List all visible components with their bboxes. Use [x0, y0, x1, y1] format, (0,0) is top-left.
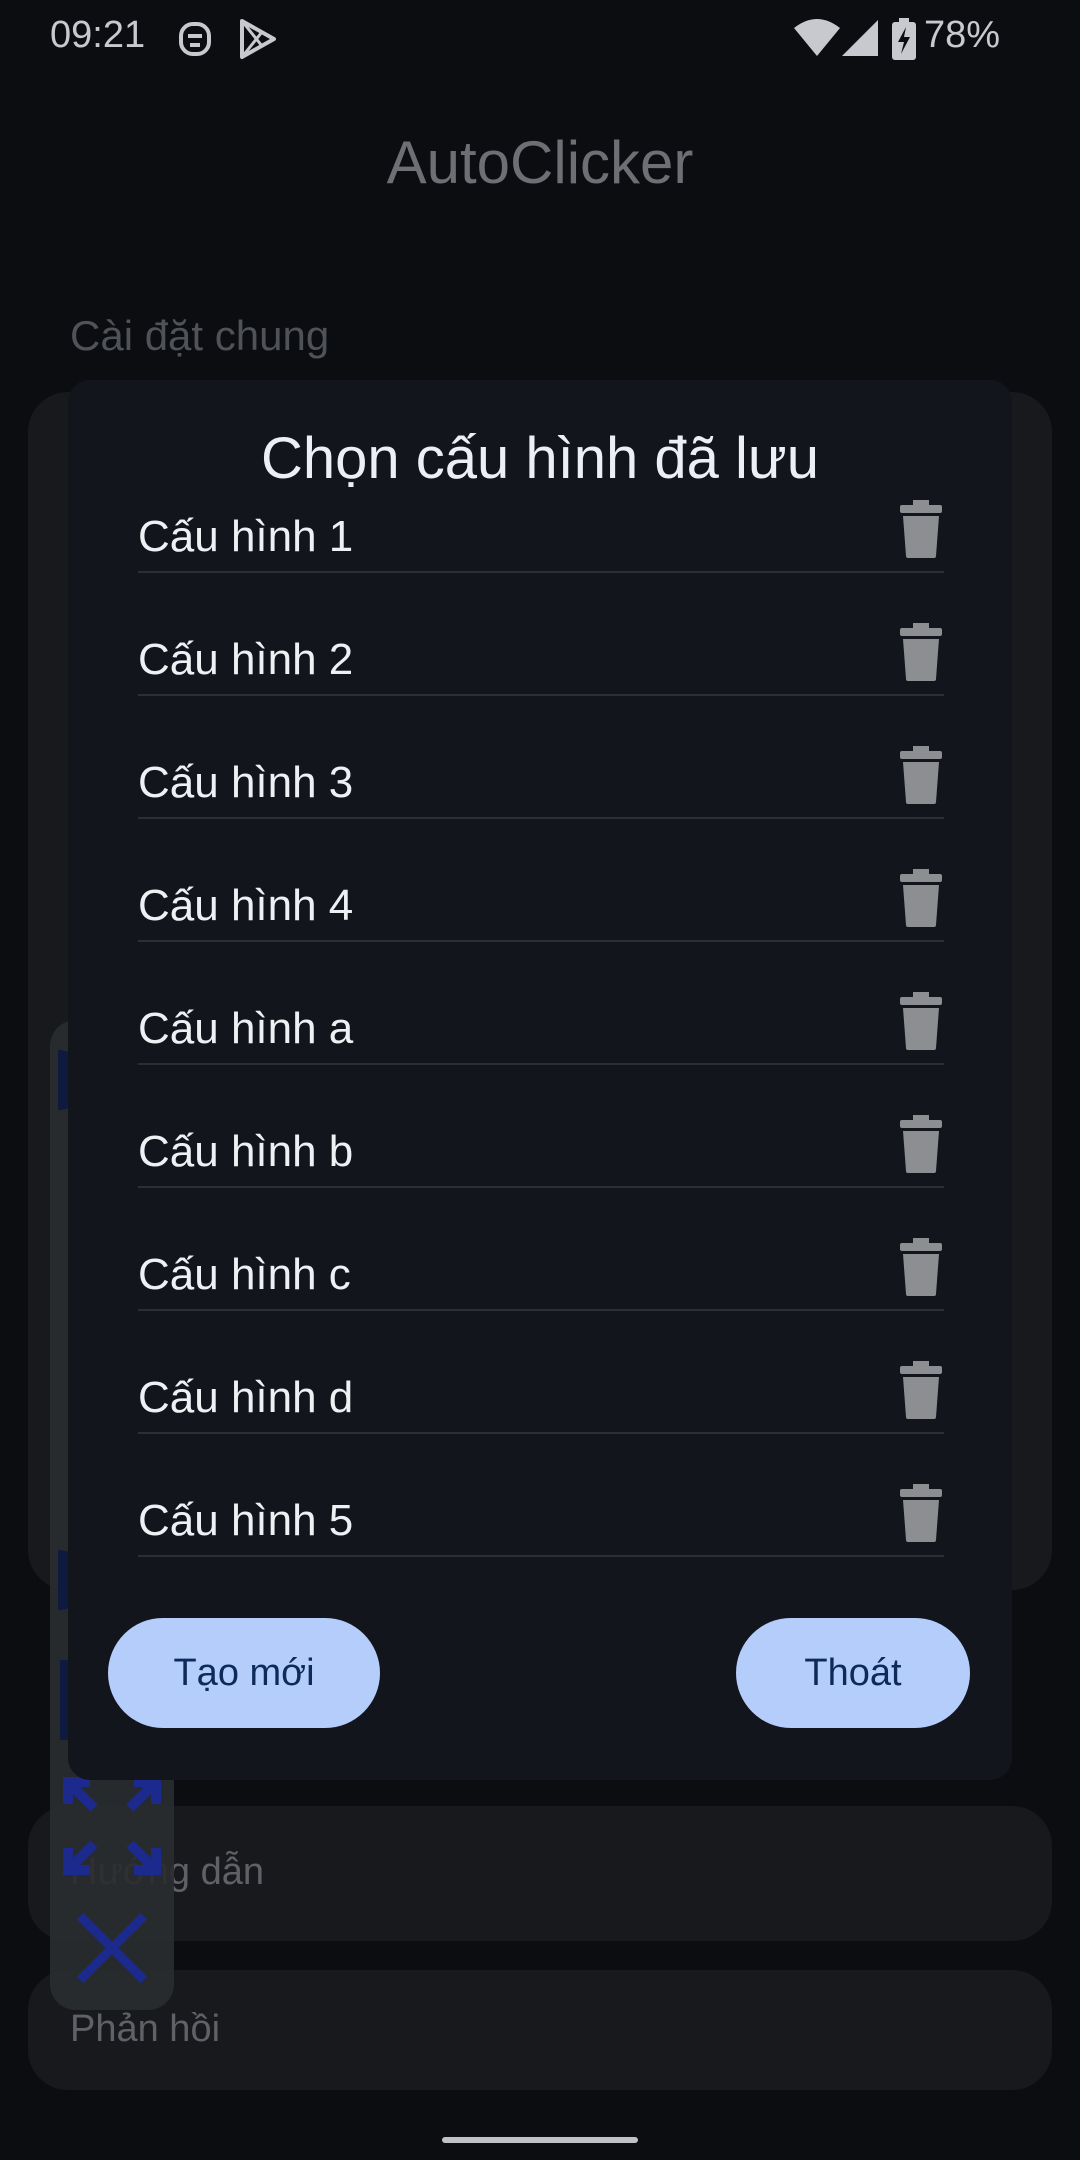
battery-percent: 78% [923, 14, 1000, 56]
divider [138, 940, 944, 942]
config-name: Cấu hình c [138, 1250, 351, 1299]
config-list-item[interactable]: Cấu hình 2 [138, 623, 944, 746]
overlay-move-icon[interactable] [62, 1776, 162, 1881]
trash-icon[interactable] [898, 1361, 944, 1419]
trash-icon[interactable] [898, 500, 944, 558]
config-name: Cấu hình a [138, 1004, 354, 1053]
config-list-item[interactable]: Cấu hình 1 [138, 500, 944, 623]
trash-icon[interactable] [898, 869, 944, 927]
trash-icon[interactable] [898, 1238, 944, 1296]
dialog-title: Chọn cấu hình đã lưu [261, 426, 819, 491]
config-list-item[interactable]: Cấu hình a [138, 992, 944, 1115]
config-name: Cấu hình b [138, 1127, 354, 1176]
trash-icon[interactable] [898, 746, 944, 804]
trash-icon[interactable] [898, 1115, 944, 1173]
config-name: Cấu hình 2 [138, 635, 354, 684]
divider [138, 1309, 944, 1311]
config-name: Cấu hình 3 [138, 758, 354, 807]
divider [138, 1555, 944, 1557]
saved-config-dialog: Chọn cấu hình đã lưu Cấu hình 1 Cấu hình … [68, 380, 1012, 1780]
divider [138, 1432, 944, 1434]
config-name: Cấu hình 4 [138, 881, 354, 930]
screen: 09:21 78% AutoClicker Cài đặt chung Hướn… [0, 0, 1080, 2160]
divider [138, 571, 944, 573]
config-list-item[interactable]: Cấu hình b [138, 1115, 944, 1238]
status-bar: 09:21 78% [0, 0, 1080, 80]
config-list-item[interactable]: Cấu hình d [138, 1361, 944, 1484]
battery-charging-icon [892, 18, 916, 65]
wifi-icon [794, 18, 840, 63]
divider [138, 1186, 944, 1188]
config-list-item[interactable]: Cấu hình c [138, 1238, 944, 1361]
signal-icon [842, 18, 878, 63]
config-name: Cấu hình d [138, 1373, 354, 1422]
config-list-item[interactable]: Cấu hình 3 [138, 746, 944, 869]
play-store-icon [238, 18, 278, 65]
config-name: Cấu hình 5 [138, 1496, 354, 1545]
divider [138, 694, 944, 696]
config-name: Cấu hình 1 [138, 512, 354, 561]
exit-button[interactable]: Thoát [736, 1618, 970, 1728]
menu-guide[interactable]: Hướng dẫn [28, 1806, 1052, 1941]
trash-icon[interactable] [898, 1484, 944, 1542]
face-icon [178, 18, 212, 65]
menu-feedback-label: Phản hồi [70, 2008, 221, 2050]
config-list-item[interactable]: Cấu hình 4 [138, 869, 944, 992]
status-time: 09:21 [50, 14, 146, 56]
config-list: Cấu hình 1 Cấu hình 2 Cấu hình 3 Cấu hình 4… [138, 500, 1014, 1607]
trash-icon[interactable] [898, 623, 944, 681]
menu-feedback[interactable]: Phản hồi [28, 1970, 1052, 2090]
create-new-button[interactable]: Tạo mới [108, 1618, 380, 1728]
divider [138, 817, 944, 819]
config-list-item[interactable]: Cấu hình 5 [138, 1484, 944, 1607]
app-title: AutoClicker [386, 129, 694, 196]
overlay-close-icon[interactable] [74, 1910, 150, 1991]
gesture-nav-handle[interactable] [442, 2137, 638, 2143]
divider [138, 1063, 944, 1065]
section-general-label: Cài đặt chung [70, 312, 330, 359]
trash-icon[interactable] [898, 992, 944, 1050]
